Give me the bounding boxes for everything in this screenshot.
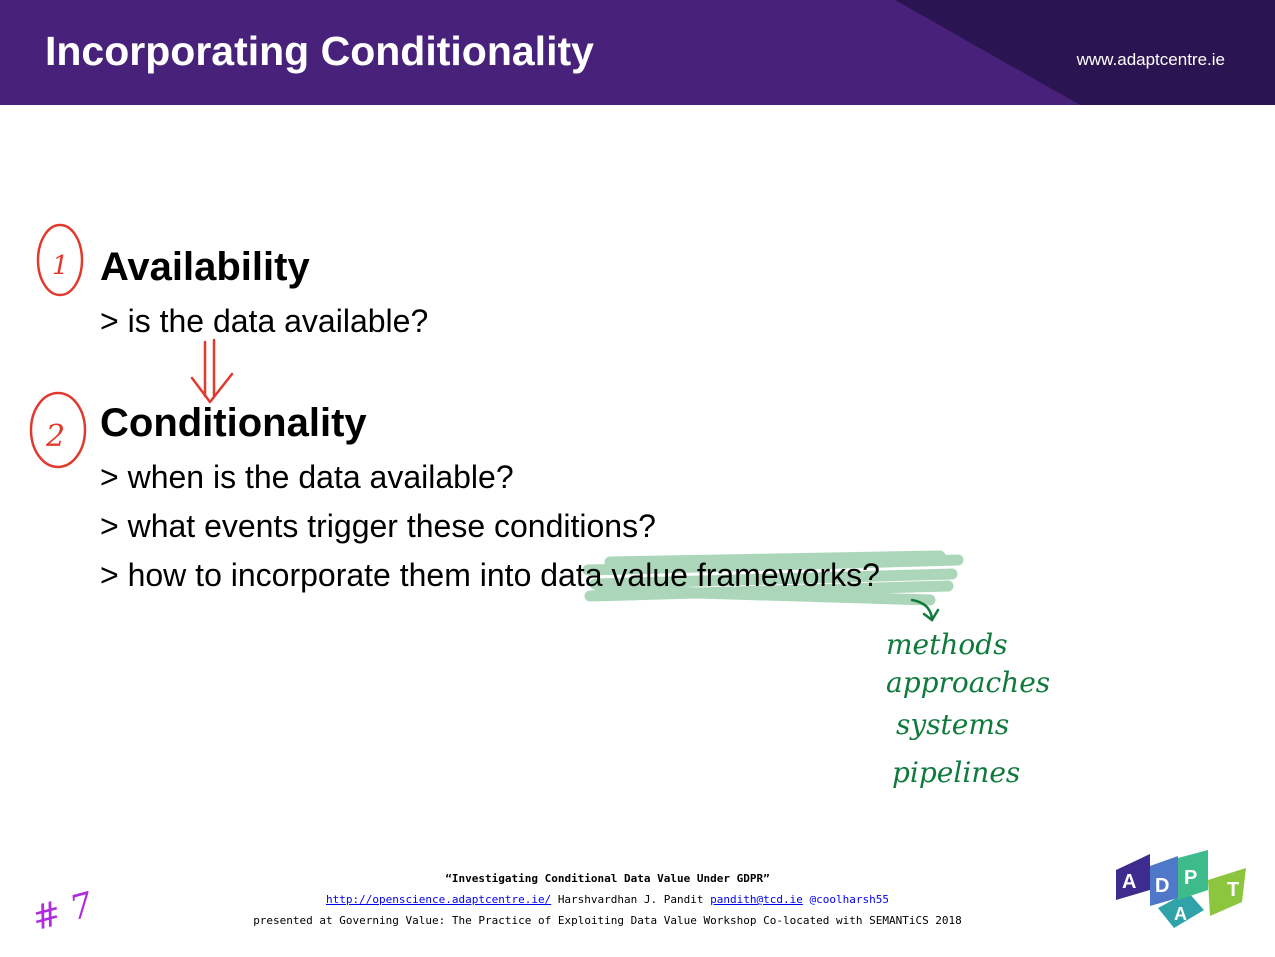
conditionality-bullet-2: > what events trigger these conditions?: [100, 508, 656, 544]
conditionality-heading: Conditionality: [100, 401, 367, 445]
logo-letter-t: T: [1227, 879, 1239, 901]
adapt-logo: A D A P T: [1116, 850, 1246, 928]
footer-talk-title: “Investigating Conditional Data Value Un…: [445, 872, 770, 885]
footer-credits: http://openscience.adaptcentre.ie/ Harsh…: [0, 893, 1215, 906]
conditionality-bullet-3: > how to incorporate them into data valu…: [100, 557, 880, 593]
handwritten-approaches: approaches: [886, 666, 1051, 699]
circle-2-mark: [29, 391, 87, 469]
footer-handle: @coolharsh55: [809, 893, 889, 906]
handwritten-pipelines: pipelines: [892, 756, 1021, 789]
handwritten-methods: methods: [886, 628, 1008, 661]
logo-letter-a2: A: [1174, 904, 1187, 924]
logo-letter-p: P: [1184, 867, 1197, 889]
circle-1-mark: [36, 223, 84, 297]
logo-letter-a1: A: [1122, 871, 1136, 893]
down-arrow-mark: [190, 338, 234, 404]
slide-title: Incorporating Conditionality: [45, 28, 594, 74]
footer-email[interactable]: pandith@tcd.ie: [710, 893, 803, 906]
footer-author: Harshvardhan J. Pandit: [557, 893, 704, 906]
header-bar: Incorporating Conditionality www.adaptce…: [0, 0, 1275, 105]
footer-link[interactable]: http://openscience.adaptcentre.ie/: [326, 893, 551, 906]
availability-heading: Availability: [100, 245, 310, 289]
footer-venue: presented at Governing Value: The Practi…: [253, 914, 962, 927]
handwritten-systems: systems: [896, 708, 1010, 741]
circle-2-number: 2: [45, 419, 65, 454]
slide: Incorporating Conditionality www.adaptce…: [0, 0, 1275, 957]
conditionality-bullet-1: > when is the data available?: [100, 459, 514, 495]
site-url: www.adaptcentre.ie: [1076, 50, 1225, 69]
logo-letter-d: D: [1155, 875, 1169, 897]
circle-1-number: 1: [52, 251, 69, 281]
green-arrow-mark: [910, 598, 940, 622]
availability-bullet-1: > is the data available?: [100, 303, 429, 339]
